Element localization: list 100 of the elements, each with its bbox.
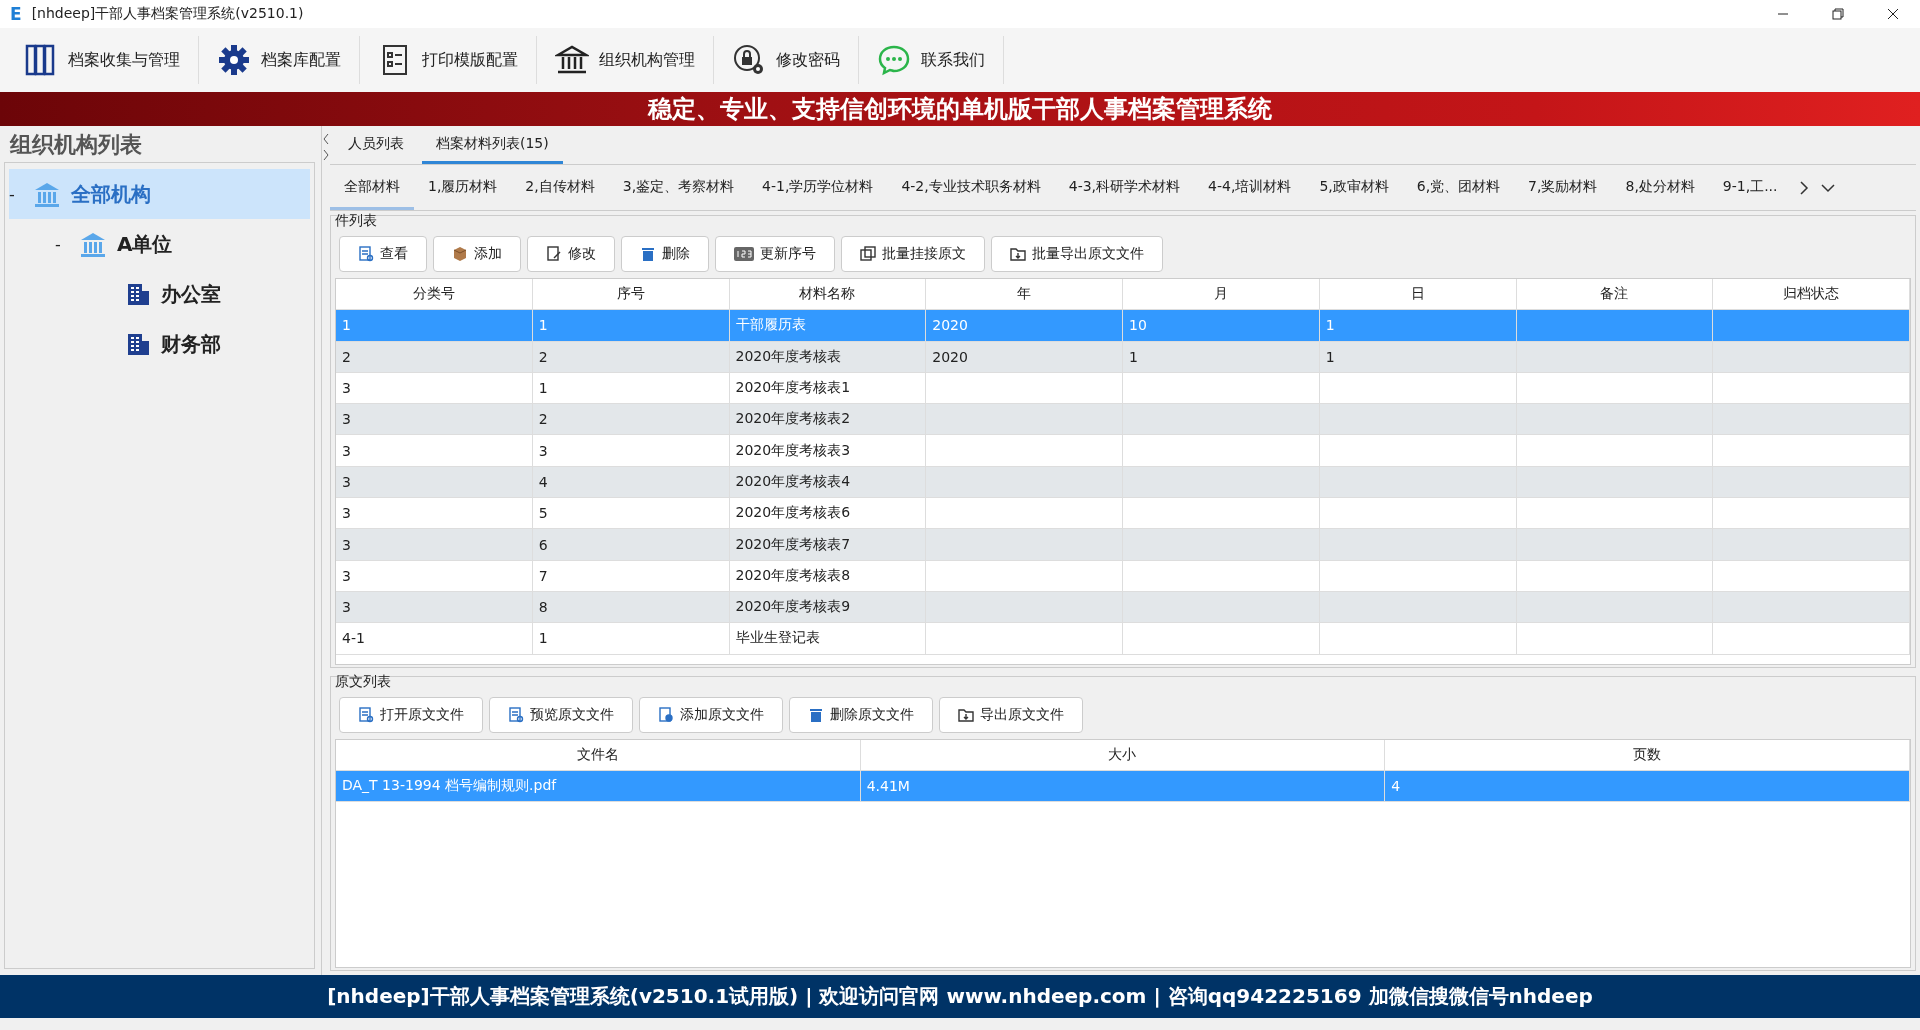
- table-cell: 1: [1123, 341, 1320, 373]
- table-row[interactable]: 3 8 2020年度考核表9: [336, 591, 1910, 624]
- table-cell: 4.41M: [860, 771, 1386, 802]
- table-cell: 3: [336, 435, 533, 467]
- table-cell: 1: [1319, 341, 1517, 373]
- category-tab[interactable]: 2,自传材料: [511, 165, 609, 210]
- window-title: [nhdeep]干部人事档案管理系统(v2510.1): [31, 5, 305, 23]
- category-tab[interactable]: 5,政审材料: [1305, 165, 1403, 210]
- toolbar-button[interactable]: 添加: [433, 236, 521, 272]
- table-cell: 1: [336, 310, 533, 342]
- folder-icon: [1010, 246, 1026, 262]
- table-row[interactable]: 3 6 2020年度考核表7: [336, 529, 1910, 561]
- table-cell: 4: [1385, 771, 1910, 802]
- table-cell: 2020年度考核表3: [729, 435, 927, 467]
- toolbar-button[interactable]: 添加原文文件: [639, 697, 783, 733]
- group-title: 件列表: [335, 212, 378, 230]
- table-cell: 2: [336, 341, 533, 373]
- gear-icon: [217, 43, 251, 77]
- table-cell: 7: [532, 560, 730, 592]
- copy-icon: [860, 246, 876, 262]
- office-building-icon: [125, 331, 151, 357]
- table-cell: 毕业生登记表: [729, 623, 927, 655]
- tree-item[interactable]: - 全部机构: [9, 169, 310, 219]
- category-tab[interactable]: 9-1,工...: [1708, 165, 1792, 210]
- chevron-down-icon[interactable]: [1819, 181, 1836, 194]
- collapse-toggle[interactable]: -: [9, 184, 23, 204]
- table-cell: DA_T 13-1994 档号编制规则.pdf: [336, 771, 861, 802]
- toolbar-button[interactable]: 打印模版配置: [372, 36, 537, 84]
- document-icon: [358, 246, 374, 262]
- box-icon: [452, 246, 468, 262]
- edit-icon: [546, 246, 562, 262]
- category-tab[interactable]: 全部材料: [330, 165, 414, 210]
- toolbar-button[interactable]: 删除原文文件: [789, 697, 933, 733]
- restore-icon: [1831, 8, 1844, 20]
- table-cell: 2020: [926, 310, 1123, 342]
- toolbar-button[interactable]: 修改: [527, 236, 615, 272]
- folder-icon: [958, 707, 974, 723]
- toolbar-button[interactable]: 更新序号: [715, 236, 835, 272]
- table-cell: 10: [1123, 310, 1320, 342]
- category-tab[interactable]: 4-1,学历学位材料: [748, 165, 888, 210]
- table-cell: 3: [532, 435, 730, 467]
- table-row[interactable]: 3 3 2020年度考核表3: [336, 435, 1910, 467]
- table-cell: 6: [532, 529, 730, 561]
- table-cell: 3: [336, 560, 533, 592]
- toolbar-button[interactable]: 打开原文文件: [339, 697, 483, 733]
- tree-item[interactable]: 办公室: [9, 269, 310, 319]
- category-tab[interactable]: 4-4,培训材料: [1194, 165, 1306, 210]
- toolbar-button[interactable]: 联系我们: [871, 36, 1004, 84]
- category-tab[interactable]: 3,鉴定、考察材料: [608, 165, 749, 210]
- toolbar-button[interactable]: 导出原文文件: [939, 697, 1083, 733]
- lock-gear-icon: [732, 43, 766, 77]
- banner-text: 稳定、专业、支持信创环境的单机版干部人事档案管理系统: [648, 94, 1272, 125]
- status-text: [nhdeep]干部人事档案管理系统(v2510.1试用版) | 欢迎访问官网 www.nhdeep.com | 咨询qq942225169 加微信搜微信号nhdeep: [327, 983, 1593, 1010]
- toolbar-button[interactable]: 查看: [339, 236, 427, 272]
- app-logo: E: [10, 4, 22, 24]
- toolbar-button[interactable]: 修改密码: [726, 36, 859, 84]
- table-cell: 2020年度考核表: [729, 341, 927, 373]
- bank-icon: [33, 180, 61, 208]
- panel-title: 组织机构列表: [8, 131, 143, 159]
- tree-item[interactable]: 财务部: [9, 319, 310, 369]
- document-icon: [508, 707, 524, 723]
- tab[interactable]: 档案材料列表(15): [422, 135, 563, 164]
- chevron-right-icon[interactable]: [1797, 179, 1810, 196]
- close-icon: [1886, 8, 1899, 20]
- category-tab[interactable]: 7,奖励材料: [1514, 165, 1612, 210]
- category-tab[interactable]: 6,党、团材料: [1402, 165, 1515, 210]
- table-cell: 2020: [926, 341, 1123, 373]
- table-row[interactable]: 3 4 2020年度考核表4: [336, 466, 1910, 499]
- category-tab[interactable]: 4-2,专业技术职务材料: [887, 165, 1055, 210]
- tab[interactable]: 人员列表: [334, 135, 418, 164]
- toolbar-button[interactable]: 组织机构管理: [549, 36, 714, 84]
- toolbar-button[interactable]: 档案库配置: [211, 36, 360, 84]
- table-cell: 干部履历表: [729, 310, 927, 342]
- table-row[interactable]: 3 5 2020年度考核表6: [336, 498, 1910, 530]
- office-building-icon: [125, 281, 151, 307]
- table-row[interactable]: 2 2 2020年度考核表 2020 1 1: [336, 341, 1910, 373]
- table-row[interactable]: 3 1 2020年度考核表1: [336, 372, 1910, 405]
- toolbar-button[interactable]: 删除: [621, 236, 709, 272]
- toolbar-button[interactable]: 批量挂接原文: [841, 236, 985, 272]
- table-cell: 1: [532, 310, 730, 342]
- group-title: 原文列表: [335, 673, 392, 691]
- category-tab[interactable]: 8,处分材料: [1611, 165, 1709, 210]
- table-cell: 1: [1319, 310, 1517, 342]
- add-document-icon: [658, 707, 674, 723]
- tree-item[interactable]: - A单位: [9, 219, 310, 269]
- category-tab[interactable]: 1,履历材料: [414, 165, 512, 210]
- numbers-icon: [734, 247, 754, 261]
- collapse-toggle[interactable]: -: [55, 234, 69, 254]
- category-tab[interactable]: 4-3,科研学术材料: [1054, 165, 1195, 210]
- chat-icon: [877, 43, 911, 77]
- toolbar-button[interactable]: 批量导出原文文件: [991, 236, 1163, 272]
- toolbar-button[interactable]: 档案收集与管理: [18, 36, 199, 84]
- table-row[interactable]: 4-1 1 毕业生登记表: [336, 623, 1910, 655]
- document-icon: [358, 707, 374, 723]
- trash-icon: [640, 246, 656, 262]
- table-row[interactable]: 3 7 2020年度考核表8: [336, 560, 1910, 592]
- table-row[interactable]: 3 2 2020年度考核表2: [336, 404, 1910, 436]
- table-cell: 2: [532, 341, 730, 373]
- collapse-arrows-icon[interactable]: [322, 132, 330, 162]
- toolbar-button[interactable]: 预览原文文件: [489, 697, 633, 733]
